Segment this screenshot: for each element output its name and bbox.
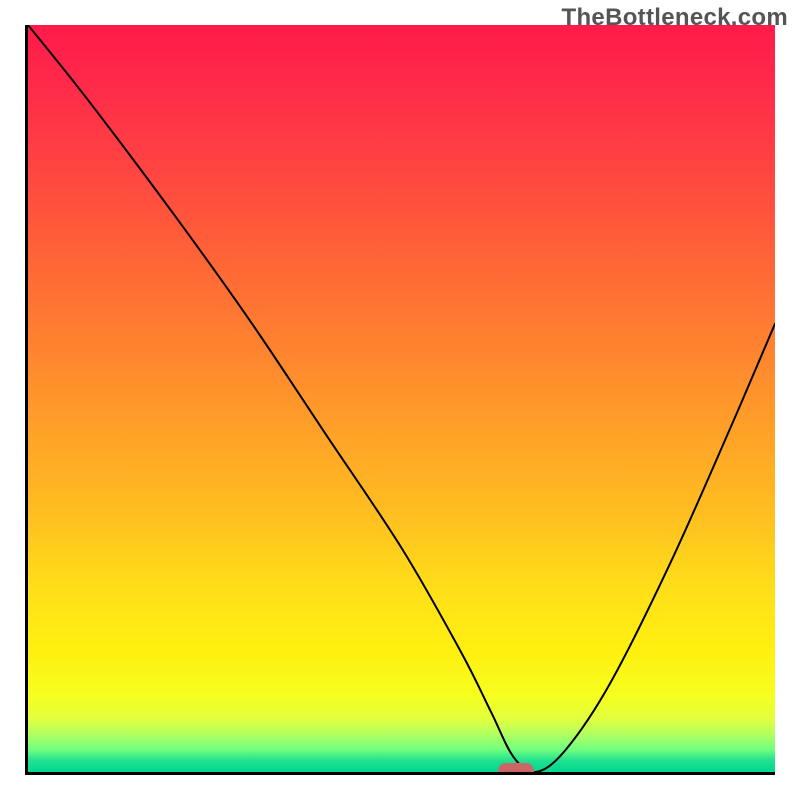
optimal-point-marker [498,763,534,775]
bottleneck-curve [28,25,775,772]
chart-container: TheBottleneck.com [0,0,800,800]
plot-area [25,25,775,775]
curve-path [28,25,775,772]
watermark-text: TheBottleneck.com [562,4,788,32]
